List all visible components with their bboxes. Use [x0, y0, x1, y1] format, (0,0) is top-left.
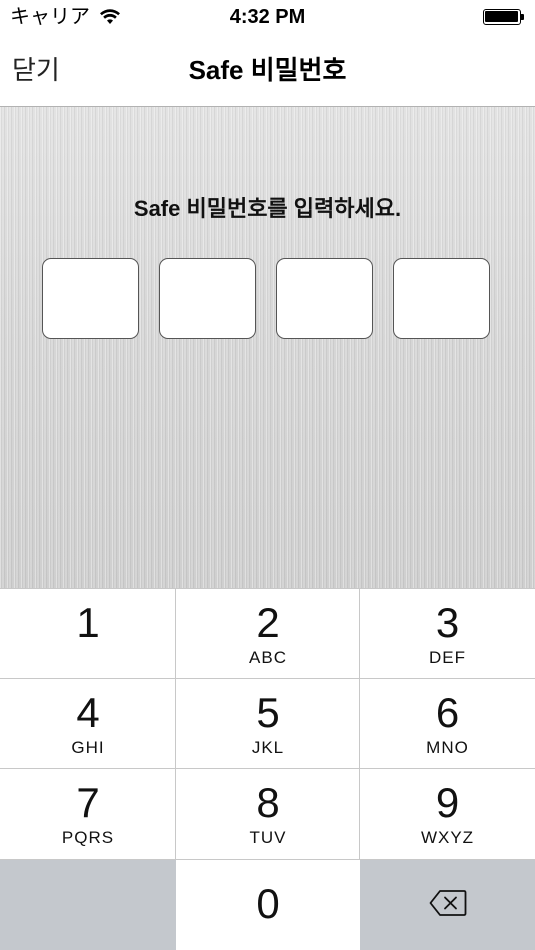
key-digit: 1 [76, 599, 100, 646]
backspace-icon [429, 890, 467, 916]
empty-key [0, 859, 176, 950]
passcode-panel: Safe 비밀번호를 입력하세요. [0, 107, 535, 588]
keypad-divider [0, 678, 535, 679]
key-digit: 6 [435, 689, 460, 736]
status-bar: キャリア 4:32 PM [0, 0, 535, 36]
key-letters: DEF [429, 648, 466, 667]
key-digit: 4 [76, 689, 100, 736]
keypad-divider [359, 588, 360, 859]
key-letters: GHI [71, 738, 105, 757]
keypad-divider [0, 768, 535, 769]
passcode-digit-box-4 [393, 258, 490, 339]
key-digit: 5 [256, 689, 280, 736]
key-letters: MNO [426, 738, 469, 757]
key-digit: 8 [256, 779, 280, 826]
number-keypad: 1 2 ABC 3 DEF 4 GHI 5 JKL 6 MNO 7 PQRS 8… [0, 588, 535, 950]
key-letters: ABC [249, 648, 287, 667]
key-digit: 9 [435, 779, 460, 826]
key-7[interactable]: 7 PQRS [0, 768, 176, 859]
key-6[interactable]: 6 MNO [360, 678, 535, 768]
keypad-divider [175, 588, 176, 859]
delete-button[interactable] [360, 859, 535, 950]
keypad-divider [0, 859, 535, 860]
key-3[interactable]: 3 DEF [360, 588, 535, 678]
key-letters: WXYZ [420, 828, 475, 847]
passcode-digit-box-3 [276, 258, 373, 339]
key-8[interactable]: 8 TUV [176, 768, 360, 859]
key-digit: 2 [256, 599, 280, 646]
keypad-divider [0, 588, 535, 589]
navigation-bar: 닫기 Safe 비밀번호 [0, 36, 535, 107]
key-digit: 3 [435, 599, 460, 646]
key-digit: 7 [76, 779, 100, 826]
key-9[interactable]: 9 WXYZ [360, 768, 535, 859]
passcode-prompt: Safe 비밀번호를 입력하세요. [133, 196, 402, 221]
key-digit: 0 [256, 880, 280, 927]
status-time: 4:32 PM [229, 6, 306, 28]
key-4[interactable]: 4 GHI [0, 678, 176, 768]
key-5[interactable]: 5 JKL [176, 678, 360, 768]
key-1[interactable]: 1 [0, 588, 176, 678]
page-title: Safe 비밀번호 [188, 55, 347, 85]
passcode-digit-box-2 [159, 258, 256, 339]
key-0[interactable]: 0 [176, 859, 360, 950]
key-letters: PQRS [61, 828, 115, 847]
key-2[interactable]: 2 ABC [176, 588, 360, 678]
key-letters: TUV [249, 828, 287, 847]
battery-icon [483, 9, 525, 25]
passcode-digit-box-1 [42, 258, 139, 339]
key-letters: JKL [251, 738, 285, 757]
